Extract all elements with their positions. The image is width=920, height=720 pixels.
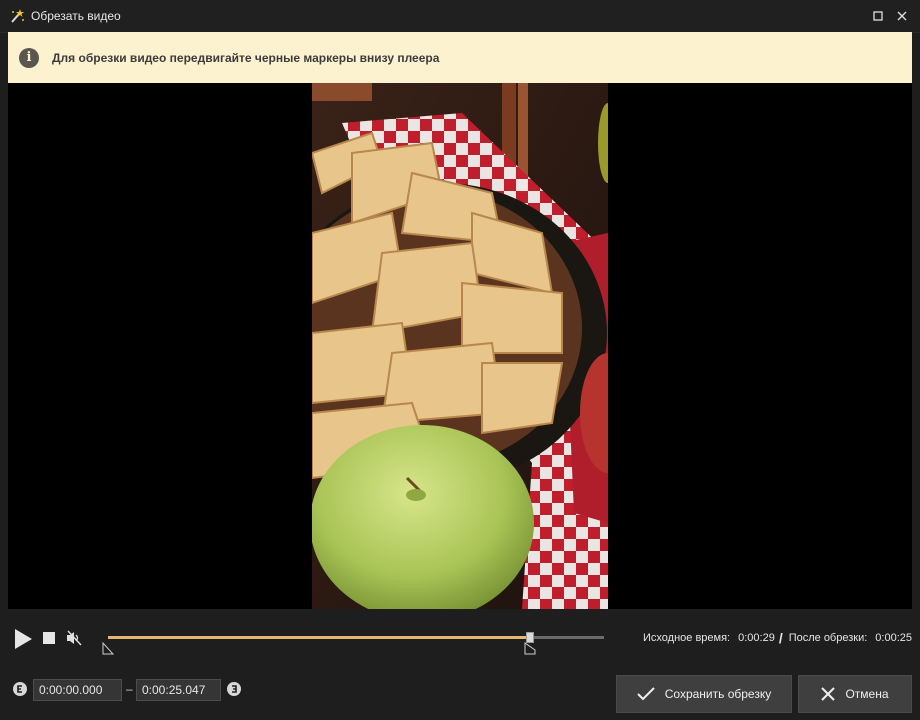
info-text: Для обрезки видео передвигайте черные ма… [52,50,440,65]
save-trim-label: Сохранить обрезку [664,687,772,701]
magic-wand-icon [9,8,25,24]
info-banner: i Для обрезки видео передвигайте черные … [8,32,912,83]
set-start-icon[interactable] [13,682,27,696]
trim-start-marker[interactable] [102,641,115,655]
trim-start-input[interactable] [33,679,122,701]
after-trim-label: После обрезки: [788,632,868,644]
time-separator: / [778,630,783,646]
mute-icon[interactable] [65,629,83,647]
source-time-value: 0:00:29 [738,632,775,644]
cancel-x-icon [821,687,836,701]
set-end-icon[interactable] [227,682,241,696]
title-bar: Обрезать видео [0,0,920,33]
maximize-icon[interactable] [868,6,888,26]
trim-end-input[interactable] [136,679,221,701]
trim-end-marker[interactable] [524,641,536,655]
playback-controls: Исходное время: 0:00:29 / После обрезки:… [8,610,912,666]
video-player[interactable] [8,83,912,609]
trim-footer: – Сохранить обрезку Отмена [8,668,912,720]
close-icon[interactable] [892,6,912,26]
cancel-label: Отмена [845,687,889,701]
timeline-progress [108,636,530,639]
info-icon: i [19,47,39,68]
stop-icon[interactable] [41,630,57,646]
source-time-label: Исходное время: [643,632,731,644]
range-dash: – [126,682,133,696]
cancel-button[interactable]: Отмена [798,675,912,713]
play-icon[interactable] [12,627,34,651]
time-readout: Исходное время: 0:00:29 / После обрезки:… [643,629,912,647]
save-trim-button[interactable]: Сохранить обрезку [616,675,792,713]
window-title: Обрезать видео [31,9,121,23]
after-trim-value: 0:00:25 [875,632,912,644]
video-frame [312,83,608,609]
checkmark-icon [637,687,655,701]
